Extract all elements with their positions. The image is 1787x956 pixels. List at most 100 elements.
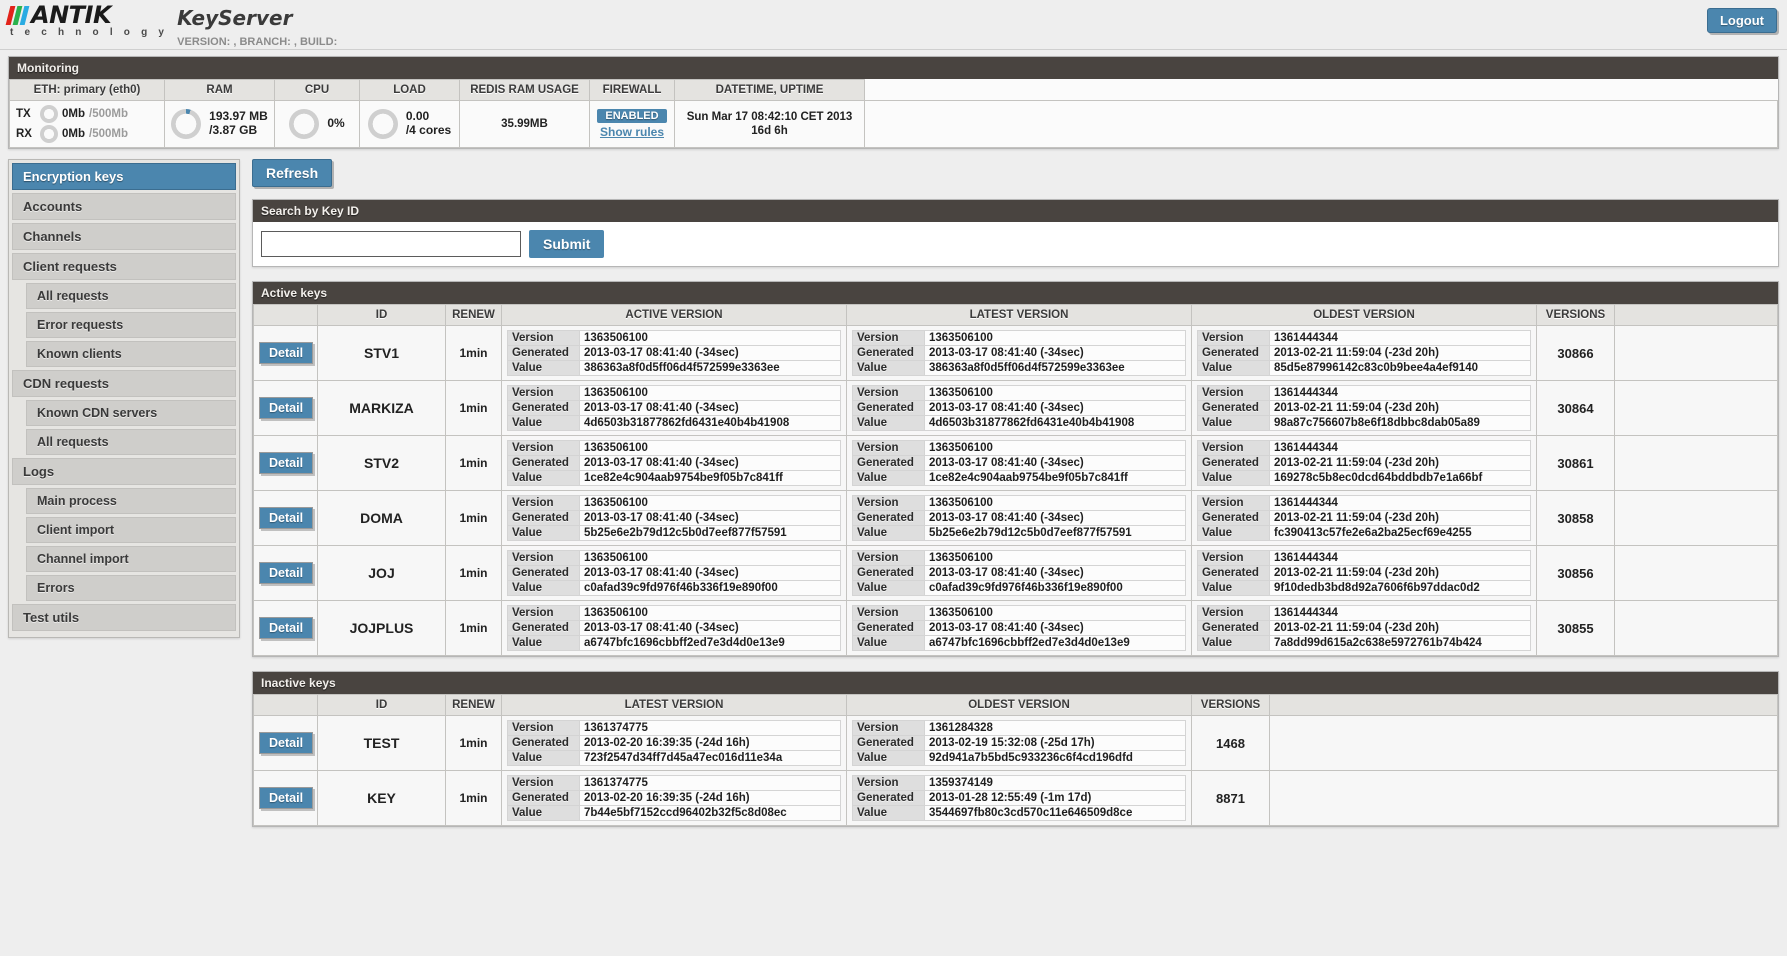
load-gauge-group: 0.00 /4 cores: [366, 109, 453, 139]
detail-cell: Detail: [253, 715, 318, 771]
sidebar-item-known-cdn-servers[interactable]: Known CDN servers: [26, 400, 236, 426]
latest-version-label: Version: [507, 720, 580, 736]
detail-cell: Detail: [253, 600, 318, 656]
detail-button[interactable]: Detail: [259, 342, 314, 364]
sidebar-item-logs[interactable]: Logs: [12, 458, 236, 485]
brand-name: ANTIK: [31, 1, 112, 29]
ram-text: 193.97 MB /3.87 GB: [209, 109, 268, 138]
active-generated-row: Generated 2013-03-17 08:41:40 (-34sec): [507, 620, 841, 636]
active-version-label: Version: [507, 440, 580, 456]
search-key-id-input[interactable]: [261, 231, 521, 257]
firewall-cell: ENABLED Show rules: [589, 100, 675, 148]
latest-value-value: 723f2547d34ff7d45a47ec016d11e34a: [579, 750, 841, 766]
oldest-generated-value: 2013-02-21 11:59:04 (-23d 20h): [1269, 400, 1531, 416]
column-header-blank-7: [1614, 304, 1778, 326]
sidebar-item-known-clients[interactable]: Known clients: [26, 341, 236, 367]
oldest-value-value: 9f10dedb3bd8d92a7606f6b97ddac0d2: [1269, 580, 1531, 596]
detail-button[interactable]: Detail: [259, 787, 314, 809]
oldest-version-value: 1361284328: [924, 720, 1186, 736]
detail-button[interactable]: Detail: [259, 507, 314, 529]
version-info: VERSION: , BRANCH: , BUILD:: [177, 36, 338, 48]
monitoring-panel: Monitoring ETH: primary (eth0) RAM CPU L…: [8, 56, 1779, 149]
column-header-latest-version: LATEST VERSION: [846, 304, 1192, 326]
active-value-value: 386363a8f0d5ff06d4f572599e3363ee: [579, 360, 841, 376]
latest-version-value: 1363506100: [924, 385, 1186, 401]
sidebar-item-errors[interactable]: Errors: [26, 575, 236, 601]
latest-version-block: Version 1363506100 Generated 2013-03-17 08:…: [852, 550, 1186, 596]
latest-version-cell: Version 1363506100 Generated 2013-03-17 08:…: [846, 435, 1192, 491]
load-gauge-icon: [367, 109, 398, 139]
detail-button[interactable]: Detail: [259, 617, 314, 639]
key-id-cell: DOMA: [317, 490, 446, 546]
latest-version-block: Version 1363506100 Generated 2013-03-17 08:…: [852, 330, 1186, 376]
oldest-version-row: Version 1361284328: [852, 720, 1186, 736]
latest-generated-row: Generated 2013-03-17 08:41:40 (-34sec): [852, 455, 1186, 471]
eth-rx-line: RX 0Mb /500Mb: [16, 124, 158, 144]
sidebar-item-client-import[interactable]: Client import: [26, 517, 236, 543]
latest-generated-row: Generated 2013-03-17 08:41:40 (-34sec): [852, 565, 1186, 581]
renew-cell: 1min: [445, 380, 502, 436]
latest-value-row: Value 5b25e6e2b79d12c5b0d7eef877f57591: [852, 525, 1186, 541]
active-keys-title: Active keys: [253, 282, 1778, 304]
cpu-gauge-group: 0%: [281, 109, 353, 139]
oldest-value-row: Value 98a87c756607b8e6f18dbbc8dab05a89: [1197, 415, 1531, 431]
oldest-generated-row: Generated 2013-02-21 11:59:04 (-23d 20h): [1197, 455, 1531, 471]
sidebar-item-all-requests[interactable]: All requests: [26, 429, 236, 455]
sidebar-item-all-requests[interactable]: All requests: [26, 283, 236, 309]
renew-cell: 1min: [445, 770, 502, 826]
oldest-version-block: Version 1361444344 Generated 2013-02-21 11:…: [1197, 330, 1531, 376]
sidebar-item-client-requests[interactable]: Client requests: [12, 253, 236, 280]
active-version-row: Version 1363506100: [507, 605, 841, 621]
sidebar-item-label: Error requests: [37, 318, 124, 332]
latest-value-row: Value 723f2547d34ff7d45a47ec016d11e34a: [507, 750, 841, 766]
oldest-version-value: 1359374149: [924, 775, 1186, 791]
sidebar-item-channels[interactable]: Channels: [12, 223, 236, 250]
submit-button[interactable]: Submit: [529, 230, 605, 258]
table-row: Detail TEST 1min Version 1361374775 Generated…: [253, 715, 1778, 771]
sidebar-item-channel-import[interactable]: Channel import: [26, 546, 236, 572]
oldest-generated-row: Generated 2013-02-21 11:59:04 (-23d 20h): [1197, 400, 1531, 416]
firewall-status-badge: ENABLED: [597, 109, 667, 123]
datetime-cell: Sun Mar 17 08:42:10 CET 2013 16d 6h: [674, 100, 865, 148]
oldest-version-value: 1361444344: [1269, 385, 1531, 401]
row-spacer-cell: [1614, 380, 1778, 436]
detail-button[interactable]: Detail: [259, 452, 314, 474]
sidebar-item-accounts[interactable]: Accounts: [12, 193, 236, 220]
table-row: Detail KEY 1min Version 1361374775 Generated 2…: [253, 770, 1778, 826]
sidebar-item-test-utils[interactable]: Test utils: [12, 604, 236, 631]
eth-rx-max: /500Mb: [89, 128, 128, 140]
renew-cell: 1min: [445, 545, 502, 601]
detail-button[interactable]: Detail: [259, 732, 314, 754]
detail-button[interactable]: Detail: [259, 562, 314, 584]
active-generated-label: Generated: [507, 620, 580, 636]
active-generated-row: Generated 2013-03-17 08:41:40 (-34sec): [507, 400, 841, 416]
latest-generated-value: 2013-03-17 08:41:40 (-34sec): [924, 510, 1186, 526]
ram-cell: 193.97 MB /3.87 GB: [164, 100, 275, 148]
detail-button[interactable]: Detail: [259, 397, 314, 419]
logout-button[interactable]: Logout: [1706, 8, 1777, 33]
latest-version-label: Version: [852, 550, 925, 566]
cpu-percent: 0%: [327, 116, 345, 131]
active-version-value: 1363506100: [579, 605, 841, 621]
cpu-gauge-icon: [289, 109, 320, 139]
column-redis: REDIS RAM USAGE: [459, 79, 590, 101]
ram-gauge-group: 193.97 MB /3.87 GB: [171, 109, 268, 139]
refresh-button[interactable]: Refresh: [252, 159, 333, 187]
sidebar-item-cdn-requests[interactable]: CDN requests: [12, 370, 236, 397]
show-rules-link[interactable]: Show rules: [596, 125, 668, 139]
inactive-keys-title: Inactive keys: [253, 672, 1778, 694]
sidebar-item-main-process[interactable]: Main process: [26, 488, 236, 514]
oldest-version-row: Version 1359374149: [852, 775, 1186, 791]
oldest-generated-label: Generated: [1197, 455, 1270, 471]
versions-count-cell: 30861: [1536, 435, 1615, 491]
sidebar-item-error-requests[interactable]: Error requests: [26, 312, 236, 338]
oldest-version-cell: Version 1361444344 Generated 2013-02-21 11:…: [1191, 490, 1537, 546]
active-generated-label: Generated: [507, 345, 580, 361]
latest-version-block: Version 1363506100 Generated 2013-03-17 08:…: [852, 495, 1186, 541]
table-row: Detail STV2 1min Version 1363506100 Generated…: [253, 435, 1778, 491]
row-spacer-cell: [1614, 435, 1778, 491]
oldest-version-cell: Version 1361284328 Generated 2013-02-19 15:…: [846, 715, 1192, 771]
latest-version-cell: Version 1361374775 Generated 2013-02-20 16:…: [501, 770, 847, 826]
sidebar-item-encryption-keys[interactable]: Encryption keys: [12, 163, 236, 190]
latest-generated-value: 2013-03-17 08:41:40 (-34sec): [924, 345, 1186, 361]
